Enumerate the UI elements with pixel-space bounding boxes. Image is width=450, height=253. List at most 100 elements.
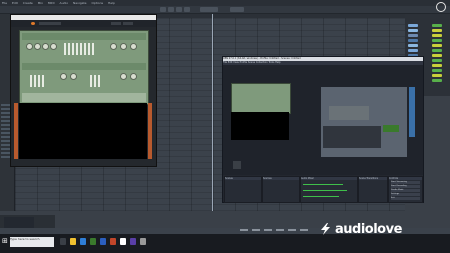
channel-chip[interactable] [432, 34, 442, 37]
daw-taskbar-icon[interactable] [120, 238, 126, 245]
fader[interactable] [98, 75, 100, 87]
watermark: audiolove [321, 222, 447, 237]
channel-chip[interactable] [432, 39, 442, 42]
channel-chip[interactable] [432, 64, 442, 67]
fader[interactable] [34, 75, 36, 87]
plugin-display [19, 103, 147, 159]
file-explorer-icon[interactable] [70, 238, 76, 245]
obs-menu-view[interactable]: View [233, 61, 239, 64]
knob[interactable] [120, 73, 127, 80]
menu-item-navigate[interactable]: Navigate [73, 1, 86, 5]
tempo-display[interactable] [230, 7, 244, 12]
start-streaming-button[interactable]: Start Streaming [391, 181, 420, 184]
fader[interactable] [94, 75, 96, 87]
status-item[interactable] [264, 229, 272, 231]
fader[interactable] [72, 43, 74, 55]
knob[interactable] [60, 73, 67, 80]
status-item[interactable] [240, 229, 248, 231]
status-item[interactable] [288, 229, 296, 231]
menu-item-help[interactable]: Help [108, 1, 115, 5]
menu-item-edit[interactable]: Edit [12, 1, 18, 5]
settings-button[interactable]: Settings [391, 193, 420, 196]
spreadsheet-icon[interactable] [90, 238, 96, 245]
obs-menu-tools[interactable]: Tools [268, 61, 274, 64]
taskbar-search[interactable]: Type here to search [10, 237, 54, 247]
knob[interactable] [50, 43, 57, 50]
knob[interactable] [70, 73, 77, 80]
obs-menu-profile[interactable]: Profile [240, 61, 247, 64]
windows-start-icon[interactable]: ⊞ [2, 238, 8, 245]
fader[interactable] [38, 75, 40, 87]
channel-chip[interactable] [432, 59, 442, 62]
knob[interactable] [42, 43, 49, 50]
channel-chip[interactable] [408, 39, 418, 42]
preset-selector[interactable] [39, 22, 61, 25]
rack-rail-right [148, 103, 152, 159]
menu-item-mix[interactable]: Mix [38, 1, 43, 5]
status-item[interactable] [300, 229, 308, 231]
fader[interactable] [30, 75, 32, 87]
knob[interactable] [26, 43, 33, 50]
channel-chip[interactable] [432, 79, 442, 82]
fader[interactable] [80, 43, 82, 55]
channel-chip[interactable] [408, 29, 418, 32]
transport-toolbar [0, 6, 450, 14]
menu-item-options[interactable]: Options [91, 1, 103, 5]
fader[interactable] [68, 43, 70, 55]
stop-button[interactable] [168, 7, 174, 12]
obs-menu-scene-collection[interactable]: Scene Collection [248, 61, 268, 64]
knob[interactable] [34, 43, 41, 50]
obs-menu-file[interactable]: File [223, 61, 227, 64]
start-recording-button[interactable]: Start Recording [391, 185, 420, 188]
play-button[interactable] [160, 7, 166, 12]
menu-item-midi[interactable]: MIDI [48, 1, 55, 5]
rack-unit-header [22, 33, 146, 40]
channel-chip[interactable] [432, 74, 442, 77]
tab-rack[interactable] [123, 22, 133, 25]
channel-chip[interactable] [432, 29, 442, 32]
channel-chip[interactable] [408, 34, 418, 37]
status-item[interactable] [276, 229, 284, 231]
channel-chip[interactable] [432, 49, 442, 52]
menu-item-audio[interactable]: Audio [60, 1, 69, 5]
app-icon[interactable] [110, 238, 116, 245]
menu-item-file[interactable]: File [2, 1, 7, 5]
edge-icon[interactable] [80, 238, 86, 245]
knob[interactable] [110, 43, 117, 50]
obs-menu-edit[interactable]: Edit [228, 61, 233, 64]
channel-chip[interactable] [432, 69, 442, 72]
studio-mode-button[interactable]: Studio Mode [391, 189, 420, 192]
status-item[interactable] [252, 229, 260, 231]
knob[interactable] [130, 73, 137, 80]
fader[interactable] [84, 43, 86, 55]
menu-item-create[interactable]: Create [23, 1, 33, 5]
document-icon[interactable] [100, 238, 106, 245]
obs-taskbar-icon[interactable] [130, 238, 136, 245]
fader[interactable] [42, 75, 44, 87]
fader[interactable] [88, 43, 90, 55]
channel-chip[interactable] [432, 54, 442, 57]
tab-browse[interactable] [111, 22, 121, 25]
obs-preview[interactable] [223, 65, 423, 175]
channel-chip[interactable] [408, 24, 418, 27]
channel-chip[interactable] [408, 44, 418, 47]
fader[interactable] [64, 43, 66, 55]
fader[interactable] [76, 43, 78, 55]
exit-button[interactable]: Exit [391, 197, 420, 200]
knob[interactable] [130, 43, 137, 50]
preview-scrollbar [409, 87, 415, 137]
fader[interactable] [90, 75, 92, 87]
fader[interactable] [92, 43, 94, 55]
app-icon[interactable] [140, 238, 146, 245]
task-view-icon[interactable] [60, 238, 66, 245]
loop-button[interactable] [184, 7, 190, 12]
channel-chip[interactable] [432, 24, 442, 27]
position-display[interactable] [200, 7, 218, 12]
record-button[interactable] [176, 7, 182, 12]
playhead[interactable] [212, 14, 213, 211]
channel-chip[interactable] [408, 49, 418, 52]
knob[interactable] [120, 43, 127, 50]
obs-menu-help[interactable]: Help [275, 61, 280, 64]
record-icon[interactable] [31, 22, 35, 25]
channel-chip[interactable] [432, 44, 442, 47]
